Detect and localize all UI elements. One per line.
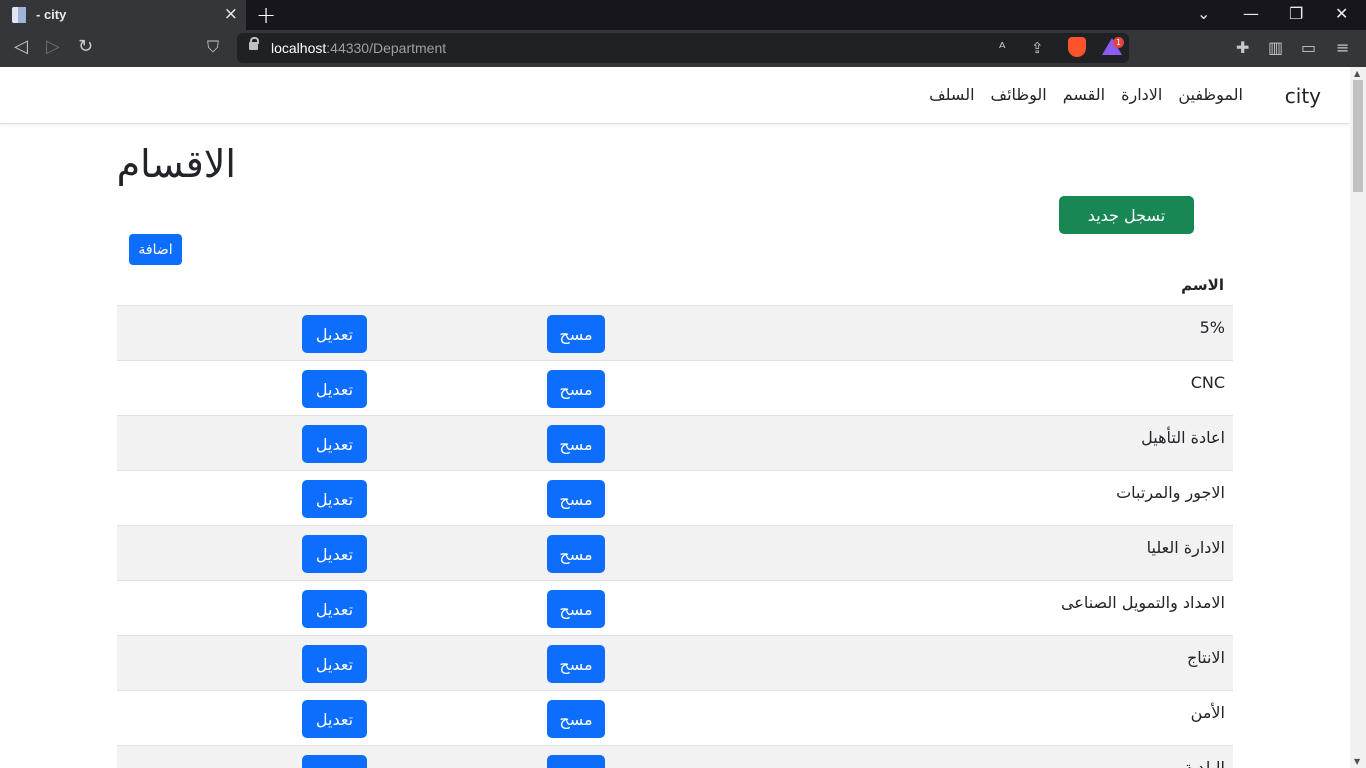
tab-close-icon[interactable]: ×	[224, 5, 238, 23]
share-icon[interactable]: ⇪	[1031, 39, 1044, 57]
column-header-name: الاسم	[1181, 276, 1224, 294]
department-name: الامداد والتمويل الصناعى	[1060, 593, 1225, 612]
department-name: الانتاج	[1186, 648, 1225, 667]
edit-button[interactable]: تعديل	[302, 425, 367, 463]
edit-button[interactable]: تعديل	[302, 590, 367, 628]
url-text[interactable]: localhost:44330/Department	[271, 40, 446, 56]
edit-button[interactable]: تعديل	[302, 315, 367, 353]
address-bar[interactable]: localhost:44330/Department ᴬ ⇪	[237, 33, 1129, 63]
table-row: الامداد والتمويل الصناعى مسح تعديل	[117, 580, 1233, 635]
brave-shields-icon[interactable]	[1068, 37, 1086, 57]
delete-button[interactable]: مسح	[547, 535, 605, 573]
menu-icon[interactable]: ≡	[1336, 38, 1349, 57]
department-name: الأمن	[1190, 703, 1225, 722]
table-row: اعادة التأهيل مسح تعديل	[117, 415, 1233, 470]
table-row: CNC مسح تعديل	[117, 360, 1233, 415]
department-name: CNC	[1190, 373, 1225, 392]
edit-button[interactable]: تعديل	[302, 535, 367, 573]
reload-icon[interactable]: ↻	[78, 37, 93, 57]
table-row: 5% مسح تعديل	[117, 305, 1233, 360]
nav-link-jobs[interactable]: الوظائف	[991, 85, 1047, 104]
translate-icon[interactable]: ᴬ	[999, 39, 1005, 57]
delete-button[interactable]: مسح	[547, 645, 605, 683]
edit-button[interactable]: تعديل	[302, 755, 367, 768]
page-scrollbar[interactable]: ▲ ▼	[1350, 67, 1366, 768]
table-row: الانتاج مسح تعديل	[117, 635, 1233, 690]
brand-link[interactable]: city	[1285, 84, 1321, 108]
extensions-icon[interactable]: ✚	[1236, 38, 1249, 57]
page-favicon-icon	[12, 7, 26, 23]
lock-icon	[249, 37, 259, 50]
scroll-down-icon[interactable]: ▼	[1354, 757, 1360, 766]
delete-button[interactable]: مسح	[547, 700, 605, 738]
nav-link-department[interactable]: القسم	[1063, 85, 1105, 104]
departments-table: 5% مسح تعديل CNC مسح تعديل اعادة التأهيل مسح تعد…	[117, 305, 1233, 768]
delete-button[interactable]: مسح	[547, 480, 605, 518]
edit-button[interactable]: تعديل	[302, 480, 367, 518]
delete-button[interactable]: مسح	[547, 315, 605, 353]
register-new-button[interactable]: تسجل جديد	[1059, 196, 1194, 234]
site-navbar: city الموظفين الادارة القسم الوظائف السل…	[0, 67, 1350, 124]
table-row: البلدية مسح تعديل	[117, 745, 1233, 768]
table-row: الادارة العليا مسح تعديل	[117, 525, 1233, 580]
edit-button[interactable]: تعديل	[302, 645, 367, 683]
department-name: الاجور والمرتبات	[1116, 483, 1225, 502]
department-name: اعادة التأهيل	[1141, 428, 1225, 447]
rewards-badge: 1	[1113, 37, 1124, 48]
browser-tab[interactable]: - city ×	[0, 0, 246, 30]
page-title: الاقسام	[116, 142, 236, 186]
nav-link-administration[interactable]: الادارة	[1121, 85, 1162, 104]
scrollbar-thumb[interactable]	[1353, 80, 1363, 192]
sidebar-icon[interactable]: ▥	[1268, 38, 1283, 57]
delete-button[interactable]: مسح	[547, 425, 605, 463]
window-close-icon[interactable]: ✕	[1335, 4, 1348, 24]
wallet-icon[interactable]: ▭	[1301, 38, 1316, 57]
page-content: city الموظفين الادارة القسم الوظائف السل…	[0, 67, 1350, 768]
back-icon[interactable]: ◁	[14, 37, 28, 57]
edit-button[interactable]: تعديل	[302, 370, 367, 408]
delete-button[interactable]: مسح	[547, 370, 605, 408]
nav-links: الموظفين الادارة القسم الوظائف السلف	[929, 85, 1243, 104]
edit-button[interactable]: تعديل	[302, 700, 367, 738]
restore-icon[interactable]: ❐	[1289, 4, 1303, 24]
table-row: الأمن مسح تعديل	[117, 690, 1233, 745]
new-tab-button[interactable]: +	[256, 2, 276, 28]
tab-title: - city	[36, 7, 67, 22]
add-button[interactable]: اضافة	[129, 234, 182, 265]
browser-chrome: - city × + ⌄ — ❐ ✕ ◁ ▷ ↻ ⛉ localhost:443…	[0, 0, 1366, 67]
browser-toolbar: ◁ ▷ ↻ ⛉ localhost:44330/Department ᴬ ⇪	[0, 30, 1366, 67]
scroll-up-icon[interactable]: ▲	[1354, 69, 1360, 78]
nav-link-advances[interactable]: السلف	[929, 85, 974, 104]
department-name: الادارة العليا	[1146, 538, 1225, 557]
department-name: البلدية	[1184, 758, 1225, 768]
bookmark-icon[interactable]: ⛉	[207, 37, 219, 57]
forward-icon[interactable]: ▷	[46, 37, 60, 57]
delete-button[interactable]: مسح	[547, 755, 605, 768]
nav-link-employees[interactable]: الموظفين	[1178, 85, 1243, 104]
tab-strip: - city × + ⌄ — ❐ ✕	[0, 0, 1366, 30]
department-name: 5%	[1199, 318, 1225, 337]
minimize-icon[interactable]: —	[1243, 4, 1259, 24]
delete-button[interactable]: مسح	[547, 590, 605, 628]
table-row: الاجور والمرتبات مسح تعديل	[117, 470, 1233, 525]
tab-search-icon[interactable]: ⌄	[1197, 4, 1210, 24]
